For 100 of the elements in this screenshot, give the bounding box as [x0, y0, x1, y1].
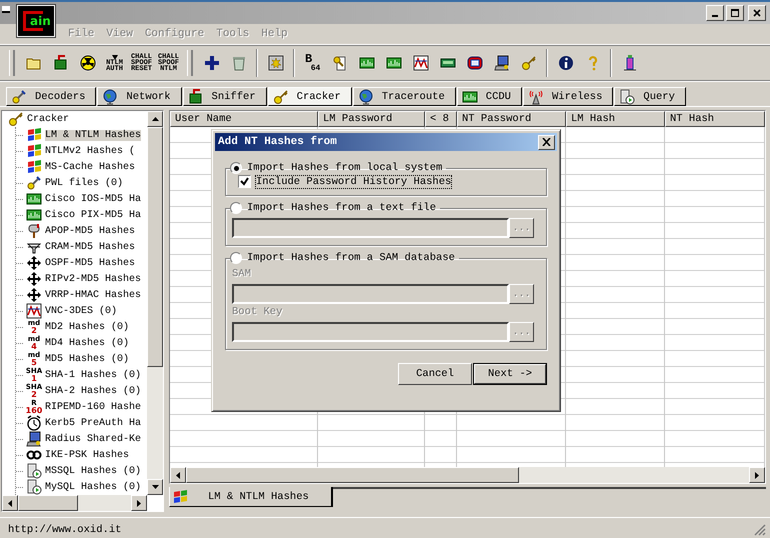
column-header[interactable]: NT Password	[457, 111, 566, 127]
computer-icon	[26, 431, 42, 447]
tree-item[interactable]: MD4 Hashes (0)	[45, 338, 130, 348]
system-menu-icon[interactable]	[2, 6, 10, 12]
tab[interactable]: Network	[97, 87, 182, 106]
window-flag-icon	[26, 127, 42, 143]
horizontal-scrollbar[interactable]	[2, 495, 147, 511]
pillar-icon[interactable]	[622, 55, 638, 71]
tree-item[interactable]: VNC-3DES (0)	[45, 306, 118, 316]
toolbar-grip[interactable]	[9, 50, 15, 76]
radio-label[interactable]: Import Hashes from a SAM database	[247, 252, 455, 264]
left-arrow-icon[interactable]	[8, 500, 12, 506]
toolbar-button[interactable]: B 64	[299, 54, 326, 72]
key-icon	[8, 111, 24, 127]
key-document-icon[interactable]	[332, 55, 348, 71]
dialog-button[interactable]: Next ->	[473, 363, 547, 385]
tree-item[interactable]: Cisco IOS-MD5 Ha	[45, 194, 142, 204]
trash-bin-icon[interactable]	[230, 55, 246, 71]
tree-item[interactable]: MS-Cache Hashes	[45, 162, 136, 172]
antenna-icon	[528, 88, 544, 104]
window-flag-icon	[26, 143, 42, 159]
tree-item[interactable]: Kerb5 PreAuth Ha	[45, 418, 142, 428]
tree-item[interactable]: NTLMv2 Hashes (	[45, 146, 136, 156]
tree-item[interactable]: OSPF-MD5 Hashes	[45, 258, 136, 268]
column-header[interactable]: LM Hash	[566, 111, 665, 127]
computer-icon[interactable]	[494, 55, 510, 71]
tab[interactable]: Sniffer	[182, 87, 267, 106]
globe-icon	[358, 88, 374, 104]
close-button[interactable]	[538, 134, 555, 150]
starburst-icon[interactable]	[268, 55, 284, 71]
tree-item[interactable]: IKE-PSK Hashes	[45, 450, 130, 460]
tree-item[interactable]: Cracker	[27, 114, 70, 124]
dialog-button[interactable]: Cancel	[398, 363, 472, 385]
radiation-icon[interactable]	[80, 55, 96, 71]
equalizer-icon[interactable]	[358, 55, 374, 71]
tab[interactable]: Traceroute	[352, 87, 456, 106]
circuit-board-icon[interactable]	[52, 55, 68, 71]
tree-item[interactable]: APOP-MD5 Hashes	[45, 226, 136, 236]
radio-button[interactable]	[230, 252, 242, 264]
vertical-scrollbar[interactable]	[147, 111, 163, 495]
field-label: SAM	[232, 268, 252, 280]
radio-button[interactable]	[230, 162, 242, 174]
key-icon[interactable]	[520, 55, 536, 71]
close-button[interactable]	[748, 5, 766, 21]
tree-item[interactable]: MD2 Hashes (0)	[45, 322, 130, 332]
column-header[interactable]: < 8	[425, 111, 457, 127]
app-logo: ain	[17, 5, 55, 37]
radio-button[interactable]	[230, 202, 242, 214]
four-arrows-icon	[26, 287, 42, 303]
right-arrow-icon[interactable]	[137, 500, 141, 506]
tree-item[interactable]: Radius Shared-Ke	[45, 434, 142, 444]
check-icon	[240, 177, 249, 186]
tab[interactable]: CCDU	[456, 87, 522, 106]
tree-item[interactable]: MD5 Hashes (0)	[45, 354, 130, 364]
equalizer-icon	[26, 191, 42, 207]
database-icon	[26, 479, 42, 495]
down-arrow-icon[interactable]	[152, 485, 158, 489]
tab[interactable]: LM & NTLM Hashes	[169, 487, 333, 507]
column-header[interactable]: User Name	[170, 111, 318, 127]
info-icon[interactable]	[558, 55, 574, 71]
horizontal-scrollbar[interactable]	[170, 467, 765, 483]
left-arrow-icon[interactable]	[176, 472, 180, 478]
radio-label[interactable]: Import Hashes from local system	[247, 162, 442, 174]
globe-icon	[102, 88, 118, 104]
tree-item[interactable]: LM & NTLM Hashes	[45, 130, 142, 140]
resize-grip-icon[interactable]	[754, 524, 766, 536]
database-icon	[619, 88, 636, 104]
keys-icon	[26, 175, 42, 191]
circuit-board-icon	[188, 88, 204, 104]
equalizer-icon	[462, 88, 478, 104]
tape-icon[interactable]	[466, 55, 482, 71]
plus-icon[interactable]	[204, 55, 220, 71]
radio-label[interactable]: Import Hashes from a text file	[247, 202, 436, 214]
tab[interactable]: Wireless	[522, 87, 614, 106]
tree-item[interactable]: MySQL Hashes (0)	[45, 482, 142, 492]
tree-item[interactable]: MSSQL Hashes (0)	[45, 466, 142, 476]
up-arrow-icon[interactable]	[152, 117, 158, 121]
chart-window-icon[interactable]	[412, 55, 428, 71]
tree-item[interactable]: VRRP-HMAC Hashes	[45, 290, 142, 300]
tree-item[interactable]: RIPv2-MD5 Hashes	[45, 274, 142, 284]
tree-item[interactable]: PWL files (0)	[45, 178, 124, 188]
tree-item[interactable]: Cisco PIX-MD5 Ha	[45, 210, 142, 220]
right-arrow-icon[interactable]	[755, 472, 759, 478]
tab[interactable]: Decoders	[6, 87, 96, 106]
minimize-button[interactable]	[706, 5, 724, 21]
tree-item[interactable]: CRAM-MD5 Hashes	[45, 242, 136, 252]
tab[interactable]: Query	[614, 87, 686, 106]
toolbar-grip[interactable]	[187, 50, 193, 76]
tree-item[interactable]: SHA-1 Hashes (0)	[45, 370, 142, 380]
down-arrow-icon	[112, 54, 118, 60]
clock-icon	[26, 415, 42, 431]
tree-item[interactable]: SHA-2 Hashes (0)	[45, 386, 142, 396]
tree-item[interactable]: RIPEMD-160 Hashe	[45, 402, 142, 412]
maximize-button[interactable]	[726, 5, 744, 21]
tab[interactable]: Cracker	[268, 87, 352, 106]
equalizer-icon[interactable]	[386, 55, 402, 71]
column-header[interactable]: NT Hash	[665, 111, 765, 127]
column-header[interactable]: LM Password	[318, 111, 425, 127]
minimize-icon	[712, 15, 718, 17]
checkbox[interactable]: Include Password History Hashes	[238, 175, 538, 188]
